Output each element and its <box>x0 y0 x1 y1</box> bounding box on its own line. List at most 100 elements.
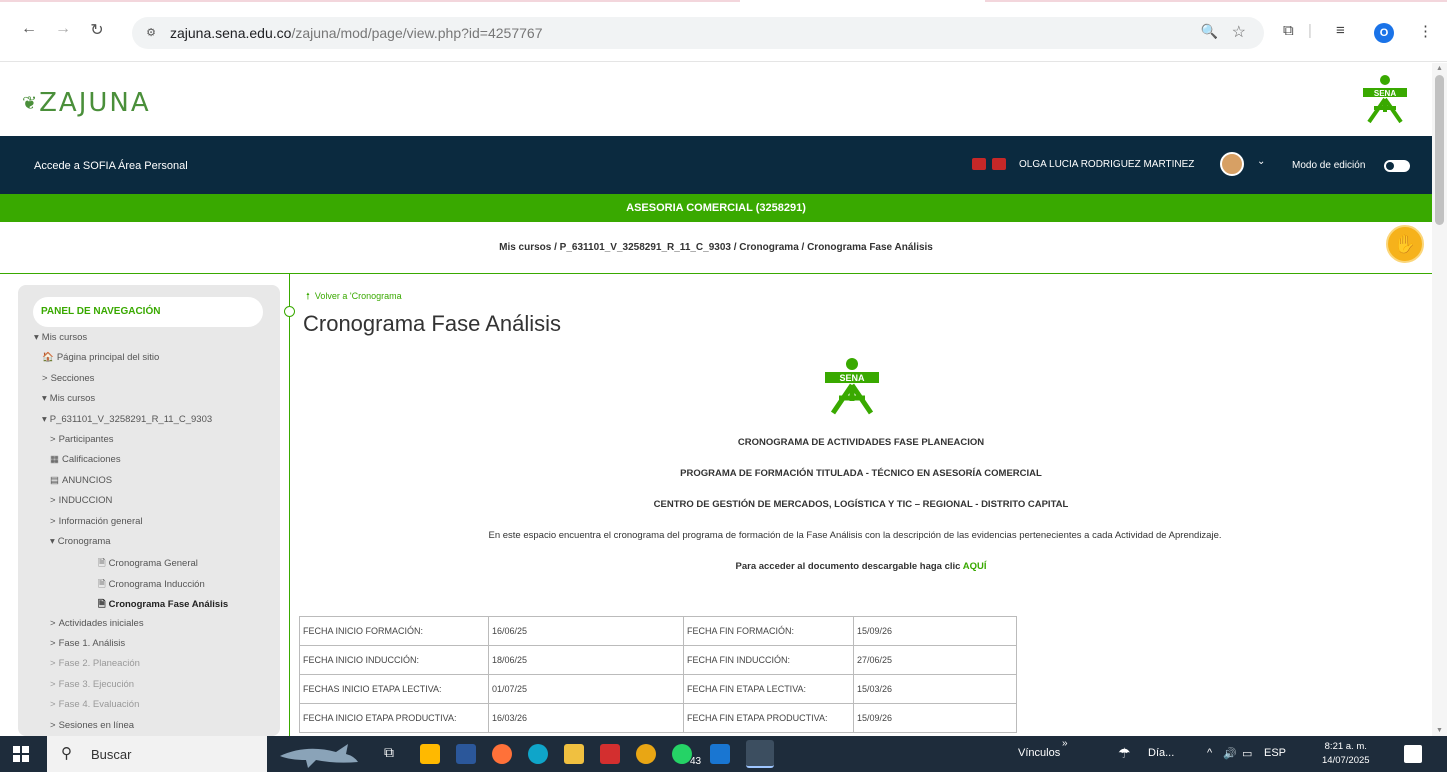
weather-icon[interactable]: ☂ <box>1118 745 1131 762</box>
arrow-up-icon: 🠕 <box>306 291 310 301</box>
scroll-down-icon[interactable]: ▼ <box>1436 727 1443 734</box>
table-label-cell: FECHA FIN INDUCCIÓN: <box>683 645 854 675</box>
reload-icon[interactable]: ↻ <box>86 20 108 40</box>
sidebar-item[interactable]: > INDUCCION <box>50 495 112 506</box>
media-control-icon[interactable]: ≡ <box>1336 22 1345 39</box>
page-scrollbar[interactable]: ▲ ▼ <box>1432 63 1447 736</box>
nav-link-sofia[interactable]: Accede a SOFIA <box>34 160 116 172</box>
schedule-table: FECHA INICIO FORMACIÓN: 16/06/25 FECHA FIN… <box>299 616 1017 733</box>
back-arrow-icon[interactable]: ← <box>18 20 40 38</box>
notification-center-icon[interactable] <box>1404 745 1422 763</box>
sidebar-item[interactable]: ▤ ANUNCIOS <box>50 475 112 486</box>
chrome-active-icon[interactable] <box>746 740 774 768</box>
sidebar-item[interactable]: > Fase 3. Ejecución <box>50 679 134 690</box>
panel-title: PANEL DE NAVEGACIÓN <box>33 297 263 327</box>
taskbar-search[interactable]: ⚲ Buscar <box>47 736 267 772</box>
firefox-icon[interactable] <box>492 744 512 764</box>
sidebar-item-label: Cronograma Fase Análisis <box>108 599 229 611</box>
word-icon[interactable] <box>456 744 476 764</box>
table-date-cell: 15/09/26 <box>853 616 1017 646</box>
task-view-icon[interactable]: ⧉ <box>384 744 404 764</box>
nav-link-area-personal[interactable]: Área Personal <box>118 160 188 172</box>
sidebar-item[interactable]: > Fase 1. Análisis <box>50 638 125 649</box>
sidebar-item[interactable]: > Actividades iniciales <box>50 618 144 629</box>
language-indicator[interactable]: ESP <box>1264 747 1286 759</box>
sidebar-item[interactable]: ▾ P_631101_V_3258291_R_11_C_9303 <box>42 414 212 425</box>
edit-mode-toggle[interactable] <box>1384 160 1410 172</box>
pdf-reader-icon[interactable] <box>600 744 620 764</box>
sidebar-item[interactable]: 🗎 Cronograma Fase Análisis <box>98 597 228 613</box>
handshake-help-icon[interactable]: ✋ <box>1386 225 1424 263</box>
sidebar-item[interactable]: 🗎 Cronograma Inducción <box>98 577 205 593</box>
download-link[interactable]: AQUÍ <box>963 561 987 572</box>
top-navbar: Accede a SOFIA Área Personal OLGA LUCIA … <box>0 136 1432 194</box>
user-name[interactable]: OLGA LUCIA RODRIGUEZ MARTINEZ <box>1019 159 1194 170</box>
clock-time: 8:21 a. m. <box>1324 741 1367 752</box>
sidebar-item[interactable]: > Participantes <box>50 434 113 445</box>
zajuna-logo[interactable]: ❦ZAJUNA <box>22 88 151 118</box>
sidebar-item-label: Sesiones en línea <box>58 719 135 731</box>
chevron-down-icon[interactable]: ⌄ <box>1257 156 1265 167</box>
sidebar-item[interactable]: ▦ Calificaciones <box>50 454 121 465</box>
mail-icon[interactable] <box>710 744 730 764</box>
sidebar-item[interactable]: ▾ Mis cursos <box>34 332 87 343</box>
sidebar-item-icon: > <box>50 638 56 649</box>
sidebar-item-icon: 🗎 <box>98 599 106 611</box>
table-date-cell: 27/06/25 <box>853 645 1017 675</box>
sidebar-item-label: Participantes <box>58 434 114 445</box>
browser-menu-icon[interactable]: ⋮ <box>1418 22 1433 40</box>
volume-icon[interactable]: 🔊 <box>1223 747 1237 760</box>
extensions-icon[interactable]: ⧉ <box>1283 22 1294 39</box>
vinculos-toolbar[interactable]: Vínculos <box>1018 747 1060 759</box>
sidebar-item-label: P_631101_V_3258291_R_11_C_9303 <box>49 413 213 425</box>
sidebar-item[interactable]: 🏠 Página principal del sitio <box>42 352 159 363</box>
description-text: En este espacio encuentra el cronograma … <box>488 530 1222 541</box>
breadcrumb-bar: Mis cursos / P_631101_V_3258291_R_11_C_9… <box>0 222 1432 274</box>
app-icon[interactable] <box>636 744 656 764</box>
system-clock[interactable]: 8:21 a. m. 14/07/2025 <box>1322 740 1370 768</box>
site-header <box>0 63 1432 136</box>
vinculos-chevron-icon[interactable]: » <box>1062 738 1068 749</box>
shark-search-highlight-icon[interactable] <box>276 738 360 770</box>
weather-label[interactable]: Día... <box>1148 747 1174 759</box>
language-flag-icon[interactable] <box>992 158 1006 170</box>
sidebar-item[interactable]: ▾ Mis cursos <box>42 393 95 404</box>
table-label-cell: FECHA INICIO FORMACIÓN: <box>299 616 489 646</box>
forward-arrow-icon[interactable]: → <box>52 20 74 38</box>
scrollbar-thumb[interactable] <box>1435 75 1444 225</box>
site-info-icon[interactable]: ⚙ <box>140 23 162 43</box>
sidebar-item[interactable]: > Fase 2. Planeación <box>50 658 140 669</box>
sidebar-item[interactable]: 🗎 Cronograma General <box>98 556 198 572</box>
navigation-panel: PANEL DE NAVEGACIÓN ▾ Mis cursos 🏠 Página p… <box>18 285 280 736</box>
whatsapp-icon[interactable] <box>672 744 692 764</box>
page-title: Cronograma Fase Análisis <box>303 311 562 336</box>
file-explorer-icon[interactable] <box>564 744 584 764</box>
sidebar-item-icon: > <box>50 678 56 690</box>
breadcrumb[interactable]: Mis cursos / P_631101_V_3258291_R_11_C_9… <box>0 242 1432 253</box>
language-flag-icon[interactable] <box>972 158 986 170</box>
url-text[interactable]: zajuna.sena.edu.co/zajuna/mod/page/view.… <box>170 25 542 41</box>
zoom-icon[interactable]: 🔍 <box>1201 23 1218 40</box>
download-text: Para acceder al documento descargable ha… <box>735 561 961 572</box>
scroll-up-icon[interactable]: ▲ <box>1436 65 1443 72</box>
tray-chevron-up-icon[interactable]: ^ <box>1207 747 1212 759</box>
sidebar-item[interactable]: > Fase 4. Evaluación <box>50 699 139 710</box>
sidebar-item[interactable]: ▾ Cronograma <box>50 536 111 547</box>
windows-start-icon[interactable] <box>13 746 29 762</box>
sidebar-item-label: Fase 1. Análisis <box>58 638 126 649</box>
browser-chrome: ← → ↻ ⚙ zajuna.sena.edu.co/zajuna/mod/pa… <box>0 0 1447 62</box>
bookmark-star-icon[interactable]: ☆ <box>1232 22 1246 42</box>
sidebar-item-icon: > <box>50 434 56 445</box>
edge-icon[interactable] <box>528 744 548 764</box>
back-to-cronograma-link[interactable]: 🠕 Volver a 'Cronograma <box>306 289 402 305</box>
address-bar[interactable]: ⚙ zajuna.sena.edu.co/zajuna/mod/page/vie… <box>132 17 1264 49</box>
calendar-app-icon[interactable] <box>420 744 440 764</box>
heading-centro: CENTRO DE GESTIÓN DE MERCADOS, LOGÍSTICA… <box>653 499 1069 510</box>
sidebar-item[interactable]: > Información general <box>50 516 143 527</box>
sidebar-item[interactable]: > Sesiones en línea <box>50 720 134 731</box>
user-avatar[interactable] <box>1220 152 1244 176</box>
network-icon[interactable]: ▭ <box>1242 747 1252 760</box>
sidebar-item-icon: 🗎 <box>98 558 106 570</box>
sidebar-item[interactable]: > Secciones <box>42 373 94 384</box>
profile-avatar[interactable]: O <box>1374 23 1394 43</box>
